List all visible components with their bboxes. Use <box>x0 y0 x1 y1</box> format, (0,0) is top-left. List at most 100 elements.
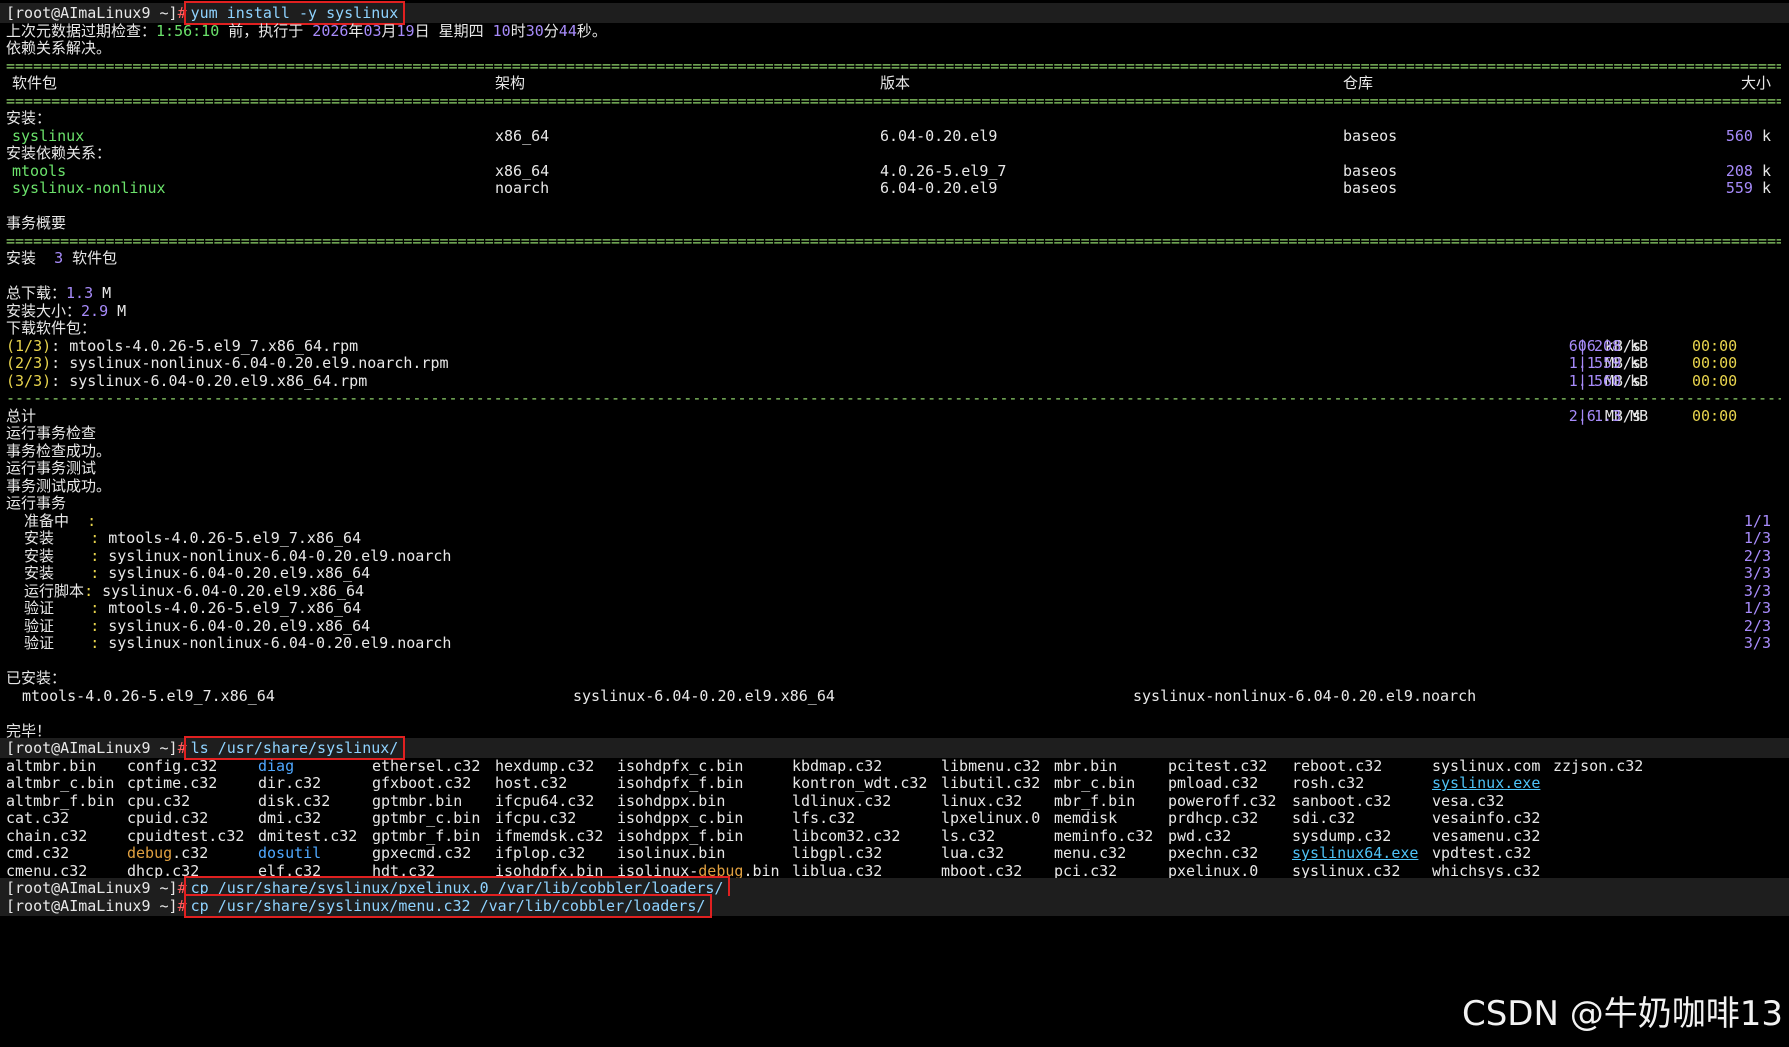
text-segment: M <box>108 301 127 320</box>
text-segment: (3/3) <box>6 371 52 390</box>
text-segment: 分 <box>543 21 559 40</box>
prompt-hash: # <box>177 896 187 915</box>
file-name: gptmbr_f.bin <box>372 826 481 845</box>
text-segment: k <box>1752 179 1771 197</box>
text-segment: : <box>90 634 100 652</box>
separator-line: ========================================… <box>6 231 1781 250</box>
text-segment: mtools-4.0.26-5.el9_7.x86_64 <box>99 529 362 547</box>
text-segment: 560 <box>1594 371 1622 390</box>
prompt-hash: # <box>177 739 187 757</box>
text-segment: : <box>90 546 100 565</box>
command-input[interactable]: yum install -y syslinux <box>183 1 406 25</box>
prompt-text: [root@AImaLinux9 ~] <box>6 4 178 22</box>
package-arch: noarch <box>495 178 549 198</box>
file-name: sysdump.c32 <box>1292 826 1392 845</box>
text-segment: kB <box>1621 336 1649 355</box>
text-segment: : <box>90 564 100 582</box>
file-name: libutil.c32 <box>941 774 1041 792</box>
text-segment: 3/3 <box>1743 581 1771 600</box>
file-name: gptmbr_c.bin <box>372 809 481 827</box>
file-name: mbr_c.bin <box>1054 774 1136 792</box>
text-segment: 1/3 <box>1743 529 1771 547</box>
text-segment: : <box>87 511 97 530</box>
text-segment: 秒。 <box>576 21 607 40</box>
file-name: ifmemdsk.c32 <box>495 826 604 845</box>
file-name: gfxboot.c32 <box>372 774 472 792</box>
text-segment: 日 星期四 <box>414 21 493 40</box>
text-segment: 559 <box>1594 354 1622 372</box>
package-repo: baseos <box>1343 178 1397 198</box>
text-segment: mtools-4.0.26-5.el9_7.x86_64 <box>22 686 275 705</box>
text-segment: 大小 <box>1740 74 1771 92</box>
text-segment: 560 <box>1725 126 1753 145</box>
file-name: vesamenu.c32 <box>1432 826 1541 845</box>
file-name-part: debug <box>698 861 744 880</box>
text-segment: 208 <box>1725 161 1753 180</box>
package-version: 6.04-0.20.el9 <box>880 126 997 146</box>
file-name: host.c32 <box>495 774 568 792</box>
text-segment: 验证 <box>6 599 91 617</box>
file-name: kontron_wdt.c32 <box>792 774 928 792</box>
file-name: pcitest.c32 <box>1168 756 1268 775</box>
separator-line: ========================================… <box>6 91 1781 110</box>
text-segment: syslinux-6.04-0.20.el9.x86_64 <box>573 686 835 705</box>
file-name: menu.c32 <box>1054 844 1127 862</box>
prompt-hash: # <box>177 4 187 22</box>
text-segment: 时 <box>510 21 526 40</box>
text-segment: 安装 <box>6 529 91 547</box>
package-size: 559 k <box>1500 178 1771 198</box>
file-name: poweroff.c32 <box>1168 791 1277 810</box>
file-name: pxechn.c32 <box>1168 844 1259 862</box>
text-segment: : <box>84 581 94 600</box>
file-name: isohdppx_f.bin <box>617 826 744 845</box>
text-segment: 软件包 <box>63 249 118 267</box>
file-name-part: debug <box>127 844 173 862</box>
text-segment: 准备中 <box>6 511 88 530</box>
text-segment: 安装依赖关系： <box>6 144 112 162</box>
file-name: isohdpfx_f.bin <box>617 774 744 792</box>
text-segment: 44 <box>558 21 577 40</box>
text-segment: 运行事务 <box>6 494 67 512</box>
text-segment: 年 <box>348 21 364 40</box>
file-name: syslinux.c32 <box>1292 861 1401 880</box>
text-segment: mtools-4.0.26-5.el9_7.x86_64 <box>99 599 362 617</box>
text-segment: 下载软件包： <box>6 319 97 337</box>
text-segment: 03 <box>363 21 382 40</box>
text-segment: 已安装： <box>6 669 67 687</box>
text-segment: 运行事务测试 <box>6 459 97 477</box>
text-segment: 安装： <box>6 109 52 127</box>
command-input[interactable]: ls /usr/share/syslinux/ <box>183 736 406 760</box>
prompt-line-cp-menu: [root@AImaLinux9 ~]# cp /usr/share/syslin… <box>0 893 1789 918</box>
file-name: altmbr_c.bin <box>6 774 115 792</box>
text-segment: : <box>90 599 100 617</box>
command-input[interactable]: cp /usr/share/syslinux/pxelinux.0 /var/l… <box>183 876 731 900</box>
file-name: gpxecmd.c32 <box>372 844 472 862</box>
text-segment: 00:00 <box>1692 354 1738 372</box>
text-segment: 安装 <box>6 564 91 582</box>
text-segment: 00:00 <box>1692 371 1738 390</box>
text-segment: 559 <box>1725 179 1753 197</box>
file-name: syslinux64.exe <box>1292 844 1419 862</box>
text-segment: syslinux-nonlinux-6.04-0.20.el9.noarch <box>99 546 452 565</box>
file-name: hexdump.c32 <box>495 756 595 775</box>
text-segment: 6.04-0.20.el9 <box>880 126 998 145</box>
text-segment: 安装 <box>6 249 55 267</box>
file-name: cmd.c32 <box>6 844 70 862</box>
text-segment: 事务概要 <box>6 214 67 232</box>
package-version: 6.04-0.20.el9 <box>880 178 997 198</box>
text-segment: 版本 <box>880 74 911 92</box>
text-segment: 事务检查成功。 <box>6 441 112 460</box>
file-name: pmload.c32 <box>1168 774 1259 792</box>
text-segment: mtools <box>12 161 67 180</box>
text-segment: (1/3) <box>6 336 52 355</box>
command-input[interactable]: cp /usr/share/syslinux/menu.c32 /var/lib… <box>183 893 713 918</box>
terminal-window[interactable]: [root@AImaLinux9 ~]# yum install -y sysli… <box>0 0 1789 1047</box>
file-name: vesainfo.c32 <box>1432 809 1541 827</box>
text-segment: 1.3 <box>66 284 94 302</box>
text-segment: syslinux-nonlinux-6.04-0.20.el9.noarch <box>1133 686 1477 705</box>
text-segment: 上次元数据过期检查： <box>6 21 157 40</box>
file-name: whichsys.c32 <box>1432 861 1541 880</box>
text-segment: syslinux-6.04-0.20.el9.x86_64 <box>99 564 371 582</box>
file-entry[interactable]: zzjson.c32 <box>1553 756 1643 776</box>
text-segment: x86_64 <box>495 126 550 145</box>
